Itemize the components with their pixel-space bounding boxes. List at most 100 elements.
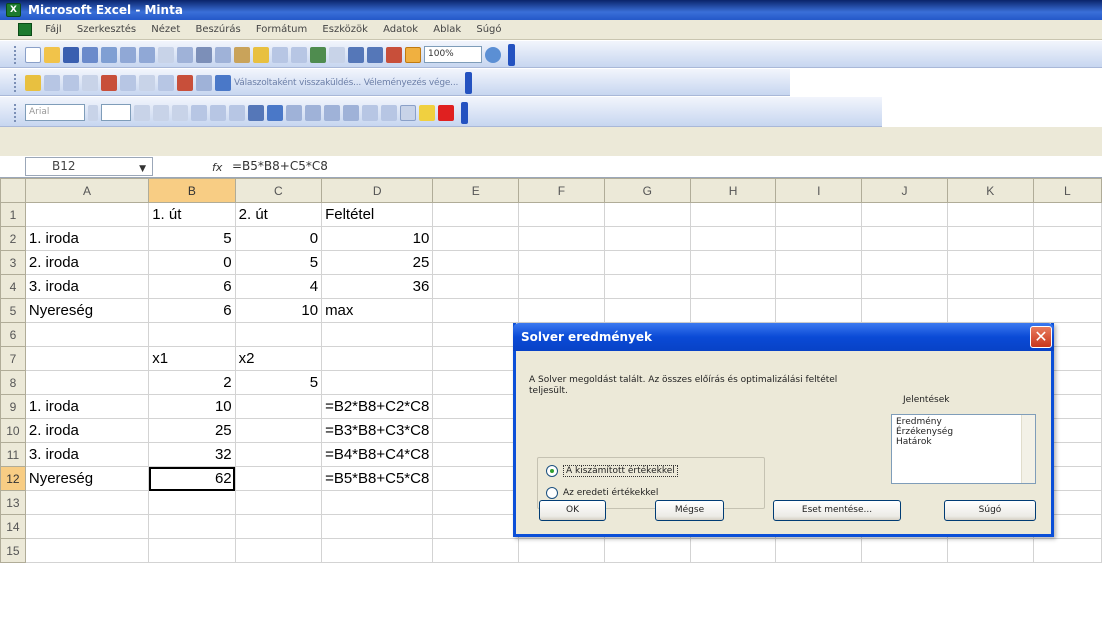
cell-e2[interactable] [432,226,520,251]
cell-a15[interactable] [24,538,150,563]
cell-d3[interactable]: 25 [321,250,434,275]
cell-d15[interactable] [321,538,434,563]
row-header[interactable]: 9 [0,394,26,419]
cell-e4[interactable] [432,274,520,299]
cell-c9[interactable] [234,394,323,419]
cell-h3[interactable] [689,250,777,275]
column-header-a[interactable]: A [24,178,150,203]
column-header-k[interactable]: K [946,178,1034,203]
spelling-icon[interactable] [158,46,174,63]
column-header-b[interactable]: B [148,178,236,203]
print-icon[interactable] [120,46,136,63]
show-comment-icon[interactable] [82,74,98,91]
cell-b11[interactable]: 32 [148,442,236,467]
cell-b10[interactable]: 25 [148,418,236,443]
undo-icon[interactable] [272,46,288,63]
keep-solution-option[interactable]: A kiszámított értékekkel [546,465,678,477]
row-header[interactable]: 4 [0,274,26,299]
cell-e8[interactable] [432,370,520,395]
row-header[interactable]: 13 [0,490,26,515]
cell-h15[interactable] [689,538,777,563]
cell-c1[interactable]: 2. út [234,202,323,227]
cell-k15[interactable] [946,538,1034,563]
column-header-h[interactable]: H [689,178,777,203]
cell-b14[interactable] [148,514,236,539]
cell-e11[interactable] [432,442,520,467]
cell-a3[interactable]: 2. iroda [24,250,150,275]
cell-b8[interactable]: 2 [148,370,236,395]
ink-icon[interactable] [158,74,174,91]
cell-e9[interactable] [432,394,520,419]
cell-a2[interactable]: 1. iroda [24,226,150,251]
cell-a11[interactable]: 3. iroda [24,442,150,467]
cell-b6[interactable] [148,322,236,347]
cell-c2[interactable]: 0 [234,226,323,251]
cell-f1[interactable] [518,202,605,227]
cell-b4[interactable]: 6 [148,274,236,299]
cell-d14[interactable] [321,514,434,539]
chevron-down-icon[interactable]: ▼ [139,161,146,178]
font-name-box[interactable]: Arial [25,104,85,121]
cell-e5[interactable] [432,298,520,323]
font-dropdown-icon[interactable] [88,104,98,121]
cell-a4[interactable]: 3. iroda [24,274,150,299]
cell-d9[interactable]: =B2*B8+C2*C8 [321,394,434,419]
save-icon[interactable] [63,46,79,63]
cell-d11[interactable]: =B4*B8+C4*C8 [321,442,434,467]
cell-j3[interactable] [861,250,948,275]
toolbar-options-icon[interactable] [461,101,468,124]
cell-c3[interactable]: 5 [234,250,323,275]
open-icon[interactable] [44,46,60,63]
menu-help[interactable]: Súgó [470,20,507,40]
row-header[interactable]: 7 [0,346,26,371]
align-center-icon[interactable] [210,104,226,121]
cell-f3[interactable] [518,250,605,275]
cell-c13[interactable] [234,490,323,515]
cell-a9[interactable]: 1. iroda [24,394,150,419]
cell-a5[interactable]: Nyereség [24,298,150,323]
zoom-box[interactable]: 100% [424,46,482,63]
cell-b13[interactable] [148,490,236,515]
cell-i2[interactable] [775,226,863,251]
column-header-e[interactable]: E [432,178,520,203]
column-header-j[interactable]: J [861,178,948,203]
column-header-d[interactable]: D [321,178,434,203]
select-all-corner[interactable] [0,178,26,203]
workbook-icon[interactable] [18,23,32,36]
delete-comment-icon[interactable] [101,74,117,91]
cell-j1[interactable] [861,202,948,227]
bold-icon[interactable] [134,104,150,121]
cell-d12[interactable]: =B5*B8+C5*C8 [321,466,434,491]
send-icon[interactable] [196,74,212,91]
mail-recipient-icon[interactable] [215,74,231,91]
name-box[interactable]: B12 ▼ [25,157,153,176]
radio-unselected-icon[interactable] [546,487,558,499]
comma-icon[interactable] [305,104,321,121]
cell-c5[interactable]: 10 [234,298,323,323]
row-header[interactable]: 12 [0,466,26,491]
cell-e6[interactable] [432,322,520,347]
cell-g3[interactable] [603,250,691,275]
cut-icon[interactable] [196,46,212,63]
toolbar-options-icon[interactable] [508,43,515,66]
next-comment-icon[interactable] [63,74,79,91]
sort-asc-icon[interactable] [348,46,364,63]
sort-desc-icon[interactable] [367,46,383,63]
row-header[interactable]: 3 [0,250,26,275]
row-header[interactable]: 5 [0,298,26,323]
research-icon[interactable] [177,46,193,63]
decrease-indent-icon[interactable] [362,104,378,121]
column-header-g[interactable]: G [603,178,691,203]
cell-a10[interactable]: 2. iroda [24,418,150,443]
reviewing-pane-icon[interactable] [177,74,193,91]
radio-selected-icon[interactable] [546,465,558,477]
cell-a6[interactable] [24,322,150,347]
print-preview-icon[interactable] [139,46,155,63]
cell-k5[interactable] [946,298,1034,323]
dialog-title-bar[interactable]: Solver eredmények ✕ [513,323,1054,351]
cell-l2[interactable] [1032,226,1102,251]
cell-j2[interactable] [861,226,948,251]
row-header[interactable]: 15 [0,538,26,563]
cell-e10[interactable] [432,418,520,443]
cell-l5[interactable] [1032,298,1102,323]
